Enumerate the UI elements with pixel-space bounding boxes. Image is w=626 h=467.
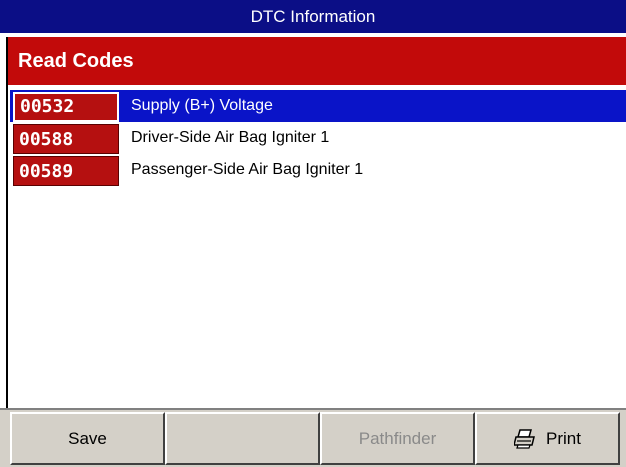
dtc-row[interactable]: 00588 Driver-Side Air Bag Igniter 1 xyxy=(10,122,626,154)
dtc-description: Driver-Side Air Bag Igniter 1 xyxy=(131,129,330,146)
pathfinder-button-label: Pathfinder xyxy=(358,428,437,448)
dtc-list: 00532 Supply (B+) Voltage 00588 Driver-S… xyxy=(10,90,626,408)
section-title: Read Codes xyxy=(8,37,626,85)
dtc-description: Passenger-Side Air Bag Igniter 1 xyxy=(131,161,364,178)
print-button-label: Print xyxy=(546,428,581,448)
pathfinder-button[interactable]: Pathfinder xyxy=(320,412,475,465)
dtc-code: 00588 xyxy=(13,124,119,154)
dtc-information-window: DTC Information Read Codes 00532 Supply … xyxy=(0,0,626,467)
print-button[interactable]: Print xyxy=(475,412,620,465)
left-frame-border xyxy=(0,37,8,408)
dtc-row[interactable]: 00532 Supply (B+) Voltage xyxy=(10,90,626,122)
dtc-code: 00589 xyxy=(13,156,119,186)
bottom-toolbar: Save Pathfinder Print xyxy=(0,408,626,467)
blank-button[interactable] xyxy=(165,412,320,465)
save-button-label: Save xyxy=(68,428,107,448)
dtc-description: Supply (B+) Voltage xyxy=(131,97,273,114)
dtc-row[interactable]: 00589 Passenger-Side Air Bag Igniter 1 xyxy=(10,154,626,186)
dtc-code: 00532 xyxy=(13,92,119,122)
window-title: DTC Information xyxy=(0,0,626,33)
printer-icon xyxy=(513,428,536,449)
save-button[interactable]: Save xyxy=(10,412,165,465)
